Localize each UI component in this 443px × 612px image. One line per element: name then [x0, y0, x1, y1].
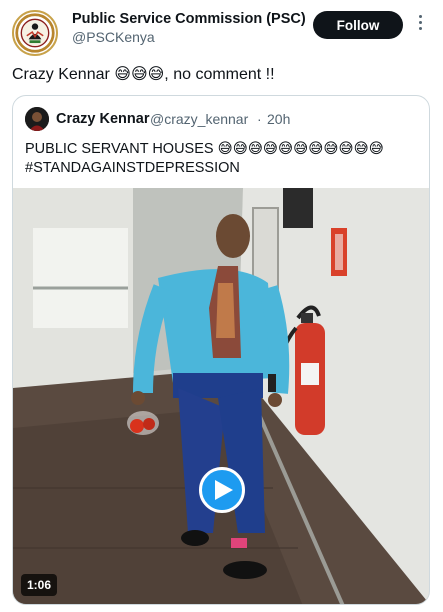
tweet-header: Public Service Commission (PSC) @PSCKeny… [12, 8, 432, 56]
psc-logo-icon[interactable] [12, 10, 58, 56]
more-vertical-icon[interactable] [417, 15, 423, 35]
follow-button[interactable]: Follow [313, 11, 403, 39]
quoted-timestamp[interactable]: 20h [267, 111, 290, 127]
author-handle[interactable]: @PSCKenya [72, 29, 155, 45]
tweet-text: Crazy Kennar 😅😅😅, no comment !! [12, 66, 275, 83]
quoted-author-handle[interactable]: @crazy_kennar [150, 111, 248, 127]
video-thumbnail [13, 188, 429, 604]
play-icon [215, 480, 233, 500]
separator-dot: · [257, 111, 262, 127]
quoted-avatar[interactable] [25, 107, 49, 131]
quoted-text-line: PUBLIC SERVANT HOUSES 😅😅😅😅😅😅😅😅😅😅😅 [25, 141, 384, 157]
video-player[interactable]: 1:06 [13, 188, 429, 604]
quoted-author-name[interactable]: Crazy Kennar [56, 111, 149, 127]
video-duration: 1:06 [21, 574, 58, 596]
quoted-hashtag[interactable]: #STANDAGAINSTDEPRESSION [25, 160, 240, 176]
play-button[interactable] [199, 467, 245, 513]
quoted-tweet[interactable]: Crazy Kennar @crazy_kennar · 20h PUBLIC … [12, 95, 430, 605]
author-name[interactable]: Public Service Commission (PSC) [72, 11, 306, 27]
